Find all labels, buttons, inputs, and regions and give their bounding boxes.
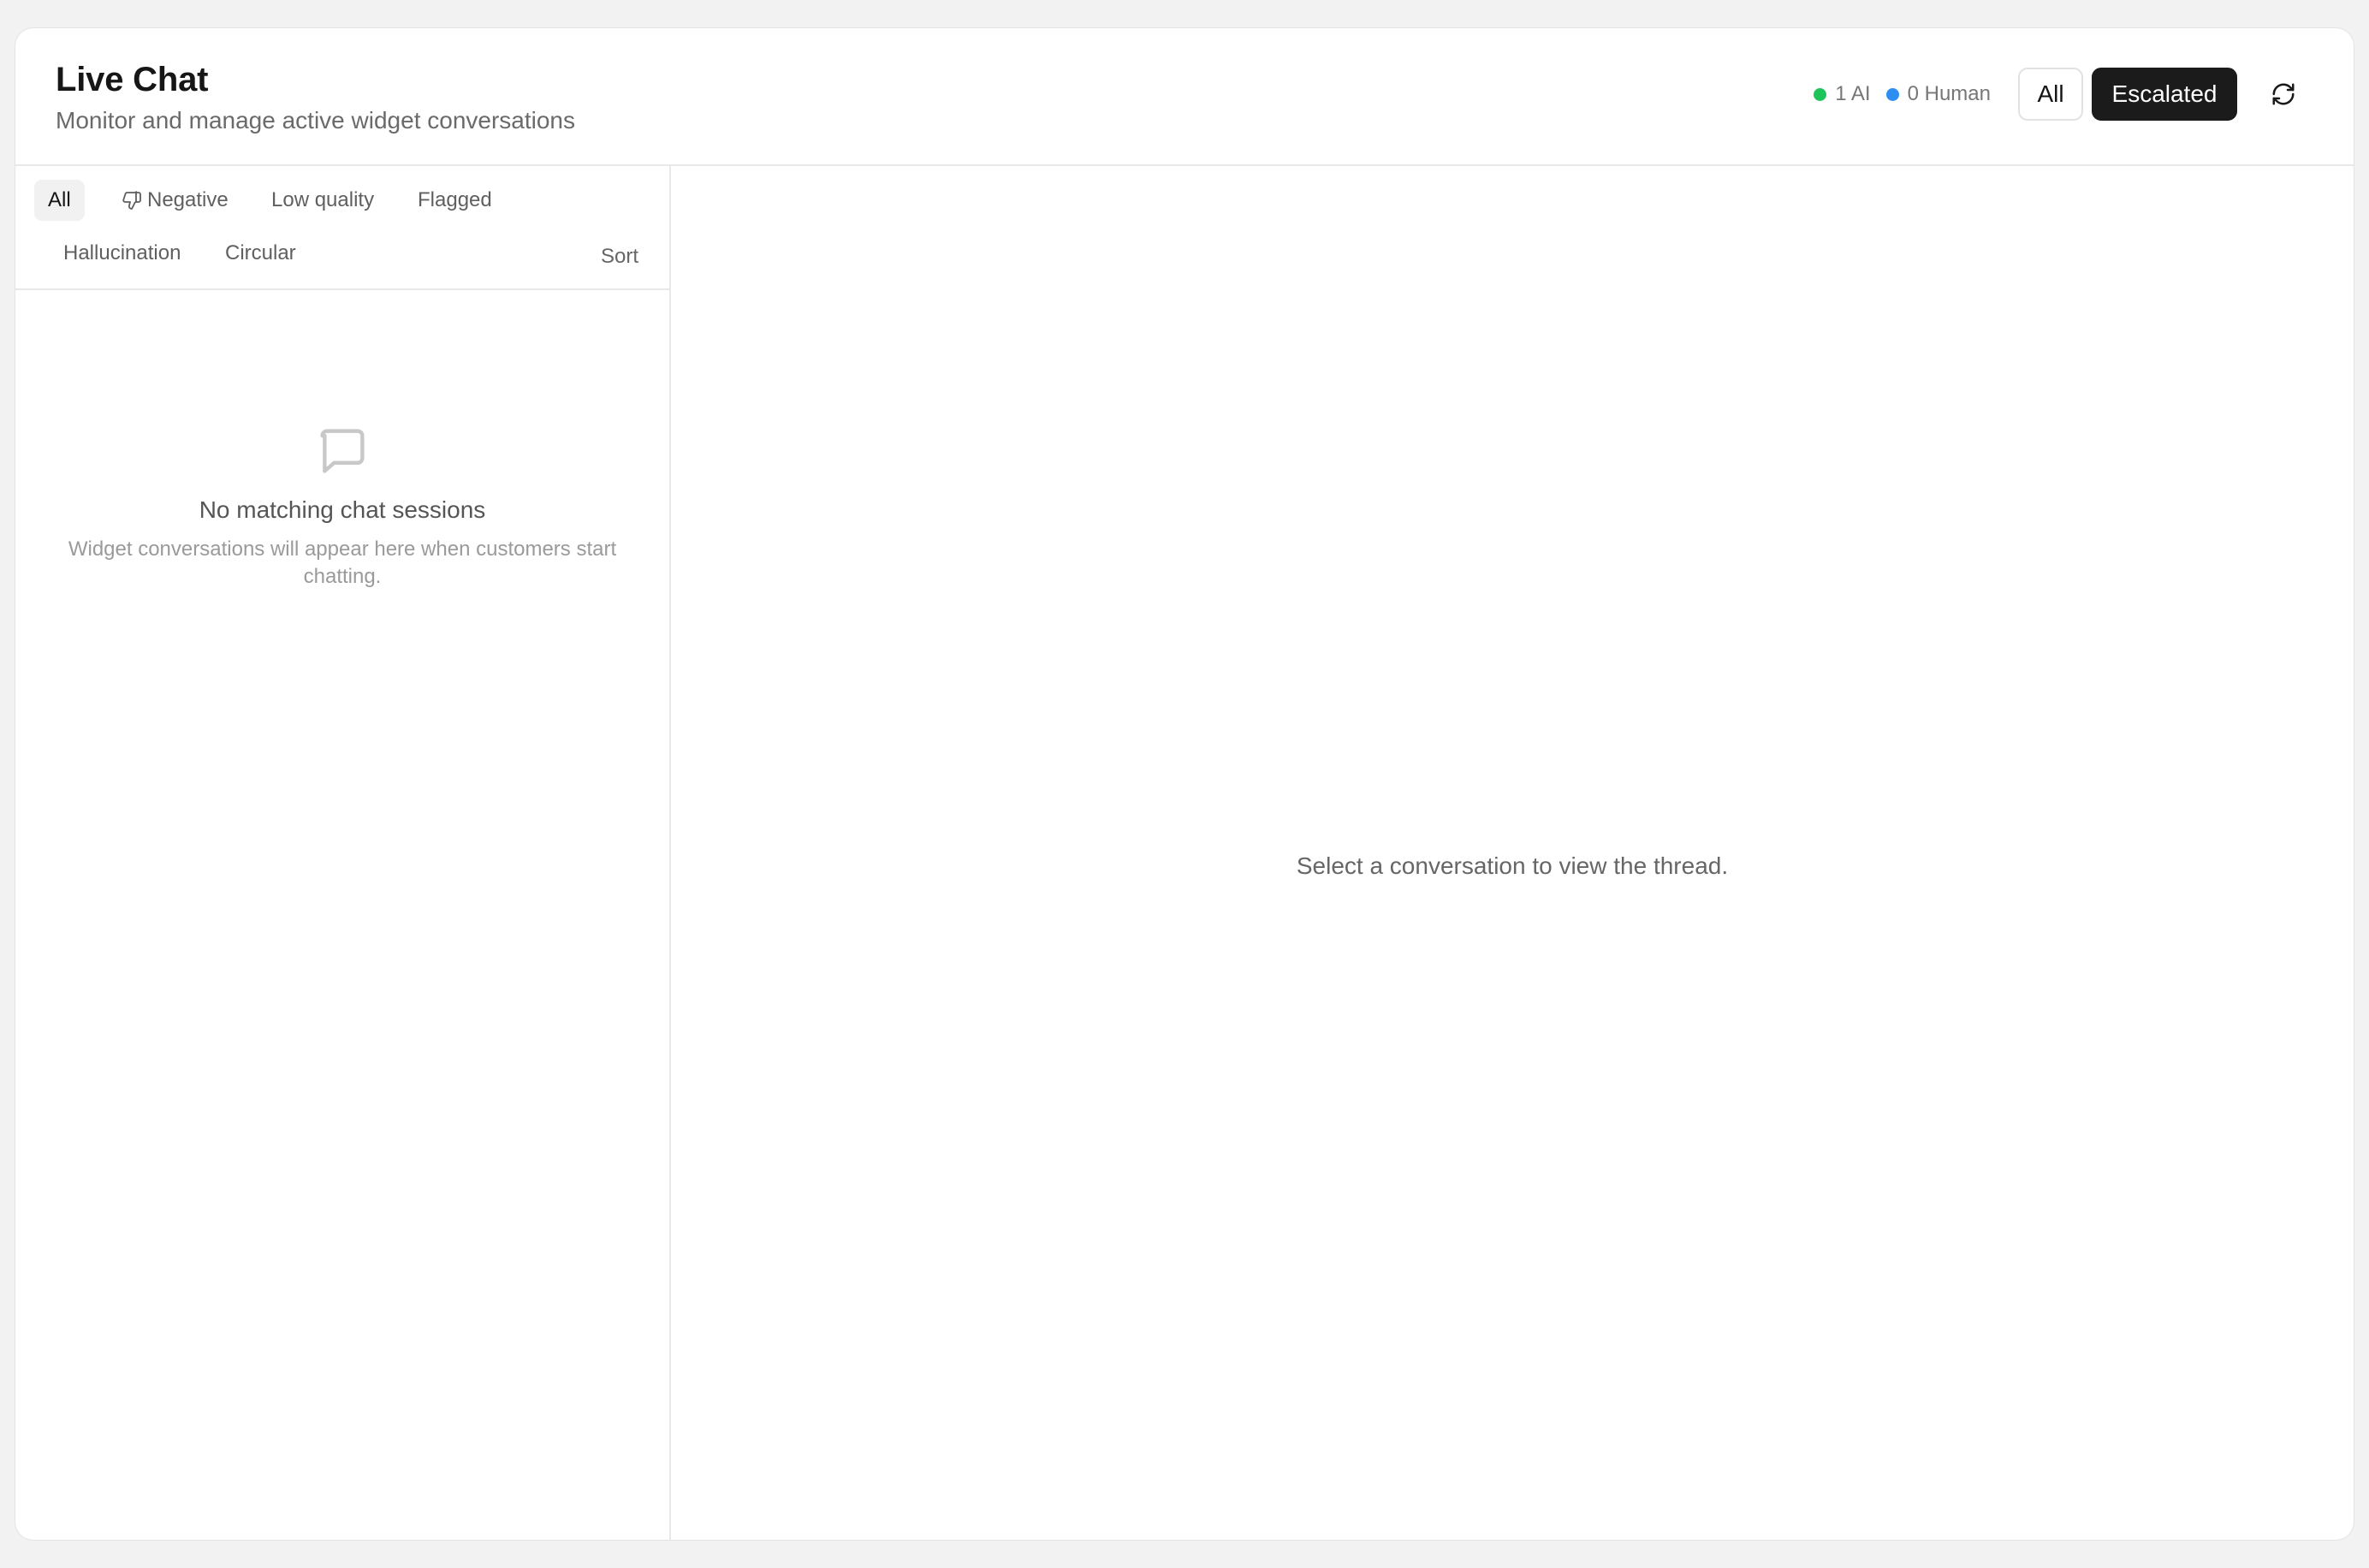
empty-state: No matching chat sessions Widget convers… xyxy=(15,423,669,591)
filter-low-quality-label: Low quality xyxy=(271,188,375,211)
empty-state-title: No matching chat sessions xyxy=(199,496,486,523)
filter-negative[interactable]: Negative xyxy=(108,180,242,221)
filter-hallucination[interactable]: Hallucination xyxy=(50,233,194,274)
filter-all[interactable]: All xyxy=(34,180,85,221)
refresh-icon xyxy=(2272,83,2295,105)
filter-negative-label: Negative xyxy=(147,188,229,211)
chat-bubble-icon xyxy=(320,429,365,473)
page-subtitle: Monitor and manage active widget convers… xyxy=(56,107,576,134)
sessions-sidebar: All Negative Low quality Flagged Halluci… xyxy=(15,166,671,1540)
ai-status-dot-icon xyxy=(1814,87,1827,101)
agent-status: 1 AI 0 Human xyxy=(1814,82,1991,106)
filter-flagged-label: Flagged xyxy=(418,188,492,211)
view-all-button[interactable]: All xyxy=(2018,68,2083,121)
filter-all-label: All xyxy=(48,188,71,211)
ai-status-label: 1 AI xyxy=(1835,82,1871,105)
thread-pane: Select a conversation to view the thread… xyxy=(671,166,2354,1540)
filter-flagged[interactable]: Flagged xyxy=(404,180,506,221)
human-status-dot-icon xyxy=(1885,87,1899,101)
ai-status: 1 AI xyxy=(1814,82,1871,106)
live-chat-panel: Live Chat Monitor and manage active widg… xyxy=(15,27,2354,1541)
empty-state-description: Widget conversations will appear here wh… xyxy=(68,538,617,588)
human-status: 0 Human xyxy=(1885,82,1991,106)
human-status-label: 0 Human xyxy=(1907,82,1991,105)
page-header: Live Chat Monitor and manage active widg… xyxy=(15,28,2354,166)
refresh-button[interactable] xyxy=(2263,74,2304,115)
filter-low-quality[interactable]: Low quality xyxy=(258,180,388,221)
thread-placeholder: Select a conversation to view the thread… xyxy=(1296,852,1729,879)
thumbs-down-icon xyxy=(122,190,142,211)
filter-circular-label: Circular xyxy=(225,241,296,264)
filter-circular[interactable]: Circular xyxy=(211,233,310,274)
filter-bar: All Negative Low quality Flagged Halluci… xyxy=(15,166,669,290)
view-escalated-button[interactable]: Escalated xyxy=(2092,68,2237,121)
header-controls: 1 AI 0 Human All Escalated xyxy=(1814,67,2354,122)
page-title: Live Chat xyxy=(56,61,209,98)
sort-button[interactable]: Sort xyxy=(601,240,638,274)
filter-hallucination-label: Hallucination xyxy=(63,241,181,264)
